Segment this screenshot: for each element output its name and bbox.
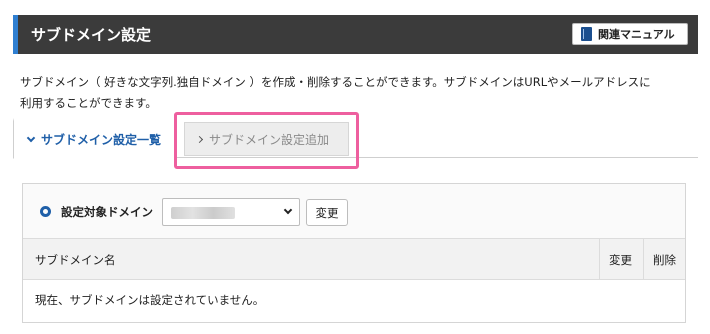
chevron-down-icon xyxy=(26,133,36,143)
column-delete: 削除 xyxy=(653,253,676,267)
column-subdomain-name: サブドメイン名 xyxy=(35,253,116,267)
change-domain-button[interactable]: 変更 xyxy=(306,199,348,226)
empty-table-message: 現在、サブドメインは設定されていません。 xyxy=(35,293,265,307)
chevron-down-icon xyxy=(283,205,293,215)
column-divider xyxy=(599,239,600,280)
page-header: サブドメイン設定 関連マニュアル xyxy=(13,15,698,54)
column-divider xyxy=(643,239,644,280)
domain-selector-row: 設定対象ドメイン 変更 xyxy=(23,184,685,239)
domain-selector-label: 設定対象ドメイン xyxy=(61,205,153,219)
book-icon xyxy=(581,27,592,41)
column-change: 変更 xyxy=(609,253,632,267)
ring-icon xyxy=(40,206,51,217)
tab-subdomain-list[interactable]: サブドメイン設定一覧 xyxy=(13,118,176,159)
related-manual-button[interactable]: 関連マニュアル xyxy=(572,23,688,45)
page-title: サブドメイン設定 xyxy=(31,26,152,44)
description-line-1: サブドメイン（ 好きな文字列.独自ドメイン ）を作成・削除することができます。サ… xyxy=(20,75,651,89)
related-manual-label: 関連マニュアル xyxy=(598,28,675,41)
redacted-domain-value xyxy=(171,207,235,219)
page-description: サブドメイン（ 好きな文字列.独自ドメイン ）を作成・削除することができます。サ… xyxy=(20,72,700,114)
table-header: サブドメイン名 変更 削除 xyxy=(23,239,685,280)
highlight-box xyxy=(174,112,359,169)
subdomain-panel: 設定対象ドメイン 変更 サブドメイン名 変更 削除 現在、サブドメインは設定され… xyxy=(22,183,686,323)
tab-subdomain-list-label: サブドメイン設定一覧 xyxy=(41,133,162,147)
domain-select[interactable] xyxy=(162,198,300,226)
description-line-2: 利用することができます。 xyxy=(20,96,157,110)
